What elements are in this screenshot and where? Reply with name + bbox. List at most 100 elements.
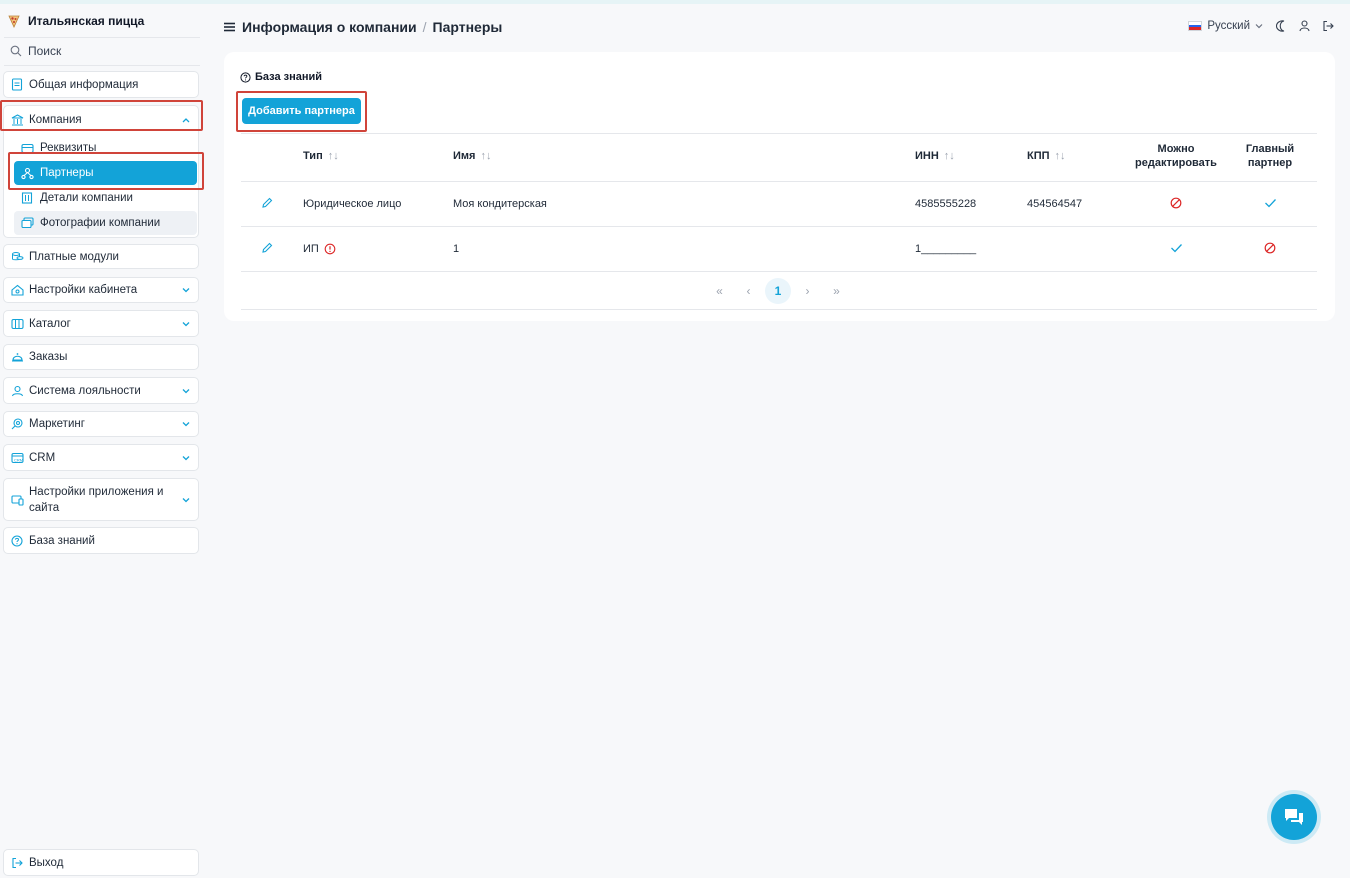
header-label: КПП: [1027, 150, 1050, 162]
search-label: Поиск: [28, 44, 62, 58]
cabinet-settings-icon: [10, 283, 24, 297]
sidebar-item-label: Настройки приложения и сайта: [29, 485, 164, 514]
breadcrumb-separator: /: [422, 19, 427, 35]
divider: [241, 181, 1317, 182]
chat-icon: [1285, 809, 1303, 825]
cell-type: ИП: [303, 242, 336, 256]
checkmark-icon: [1169, 241, 1183, 255]
sidebar: Итальянская пицца Поиск Общая информация…: [0, 4, 204, 878]
document-icon: [10, 78, 24, 92]
russia-flag-icon: [1188, 21, 1203, 31]
partners-card: База знаний Добавить партнера Тип ↑↓ Имя ↑…: [224, 52, 1335, 321]
divider: [241, 271, 1317, 272]
sidebar-item-app-settings[interactable]: Настройки приложения и сайта: [3, 478, 199, 521]
sidebar-item-marketing[interactable]: Маркетинг: [3, 411, 199, 437]
cell-kpp: 454564547: [1027, 198, 1083, 210]
catalog-icon: [10, 317, 24, 331]
sidebar-item-label: Фотографии компании: [40, 217, 161, 229]
pagination: « ‹ 1 › »: [705, 278, 851, 304]
breadcrumb-partners: Партнеры: [432, 19, 503, 35]
dark-mode-toggle[interactable]: [1276, 20, 1287, 32]
chat-button[interactable]: [1271, 794, 1317, 840]
logout-icon: [10, 856, 24, 870]
moon-icon: [1276, 20, 1285, 32]
first-page-button[interactable]: «: [705, 278, 734, 304]
knowledge-base-link[interactable]: База знаний: [240, 70, 322, 84]
logout-label: Выход: [29, 856, 64, 869]
sidebar-item-crm[interactable]: CRM CRM: [3, 444, 199, 471]
cell-type-label: ИП: [303, 243, 319, 255]
column-header-type[interactable]: Тип ↑↓: [303, 150, 339, 162]
sidebar-item-label: Реквизиты: [40, 142, 97, 154]
forbidden-icon: [1169, 196, 1183, 210]
divider: [241, 309, 1317, 310]
header-label: Тип: [303, 150, 323, 162]
sidebar-item-label: Общая информация: [29, 78, 139, 91]
cloche-icon: [10, 350, 24, 364]
sort-icon[interactable]: ↑↓: [328, 150, 339, 162]
prev-page-button[interactable]: ‹: [734, 278, 763, 304]
sidebar-item-paid-modules[interactable]: Платные модули: [3, 244, 199, 269]
sort-icon[interactable]: ↑↓: [944, 150, 955, 162]
edit-button[interactable]: [260, 241, 274, 255]
divider: [4, 37, 200, 38]
sidebar-item-requisites[interactable]: Реквизиты: [14, 136, 197, 160]
sidebar-item-label: Маркетинг: [29, 418, 85, 430]
crm-icon: CRM: [10, 451, 24, 465]
pencil-icon: [262, 242, 273, 253]
breadcrumb-company-info[interactable]: Информация о компании: [242, 19, 417, 35]
next-page-button[interactable]: ›: [793, 278, 822, 304]
chevron-down-icon: [1255, 24, 1263, 29]
sidebar-item-catalog[interactable]: Каталог: [3, 310, 199, 337]
header-label: Имя: [453, 150, 476, 162]
checkmark-icon: [1263, 196, 1277, 210]
sidebar-search[interactable]: Поиск: [10, 44, 61, 58]
page-1-button[interactable]: 1: [765, 278, 791, 304]
sidebar-item-label: База знаний: [29, 534, 95, 547]
profile-button[interactable]: [1299, 20, 1310, 32]
logout-header-button[interactable]: [1322, 20, 1334, 32]
edit-button[interactable]: [260, 196, 274, 210]
language-select[interactable]: Русский: [1207, 20, 1250, 32]
header-label: редактировать: [1135, 157, 1217, 169]
forbidden-icon: [1263, 241, 1277, 255]
header-label: Главный: [1245, 143, 1295, 155]
divider: [241, 226, 1317, 227]
building-icon: [20, 191, 34, 205]
sidebar-item-label: Компания: [29, 113, 82, 126]
sidebar-item-label: Детали компании: [40, 192, 133, 204]
sidebar-item-general-info[interactable]: Общая информация: [3, 71, 199, 98]
logout-button[interactable]: Выход: [3, 849, 199, 876]
svg-text:CRM: CRM: [14, 457, 23, 462]
cell-name: 1: [453, 243, 460, 255]
divider: [4, 65, 200, 66]
warning-icon[interactable]: [324, 243, 336, 255]
sort-icon[interactable]: ↑↓: [480, 150, 491, 162]
sidebar-item-partners[interactable]: Партнеры: [14, 161, 197, 185]
pizza-logo-icon: [8, 15, 20, 28]
sidebar-item-label: Система лояльности: [29, 384, 141, 397]
sidebar-item-company-details[interactable]: Детали компании: [14, 186, 197, 210]
bank-icon: [10, 113, 24, 127]
column-header-name[interactable]: Имя ↑↓: [453, 150, 491, 162]
sidebar-item-orders[interactable]: Заказы: [3, 344, 199, 370]
sidebar-item-cabinet-settings[interactable]: Настройки кабинета: [3, 277, 199, 303]
sidebar-item-company[interactable]: Компания: [4, 106, 198, 133]
header-label: партнер: [1247, 157, 1293, 169]
partners-icon: [20, 166, 34, 180]
sidebar-item-company-photos[interactable]: Фотографии компании: [14, 211, 197, 235]
sidebar-item-label: Настройки кабинета: [29, 284, 138, 296]
last-page-button[interactable]: »: [822, 278, 851, 304]
sidebar-item-label: Партнеры: [40, 167, 94, 179]
cell-inn: 4585555228: [915, 198, 977, 210]
column-header-main-partner: Главный партнер: [1230, 142, 1310, 170]
header-label: ИНН: [915, 150, 939, 162]
column-header-kpp[interactable]: КПП ↑↓: [1027, 150, 1066, 162]
sidebar-item-loyalty[interactable]: Система лояльности: [3, 377, 199, 404]
brand[interactable]: Итальянская пицца: [6, 12, 144, 30]
sidebar-item-knowledge-base[interactable]: База знаний: [3, 527, 199, 554]
menu-icon[interactable]: [224, 22, 235, 32]
add-partner-button[interactable]: Добавить партнера: [242, 98, 361, 124]
sort-icon[interactable]: ↑↓: [1055, 150, 1066, 162]
column-header-inn[interactable]: ИНН ↑↓: [915, 150, 955, 162]
